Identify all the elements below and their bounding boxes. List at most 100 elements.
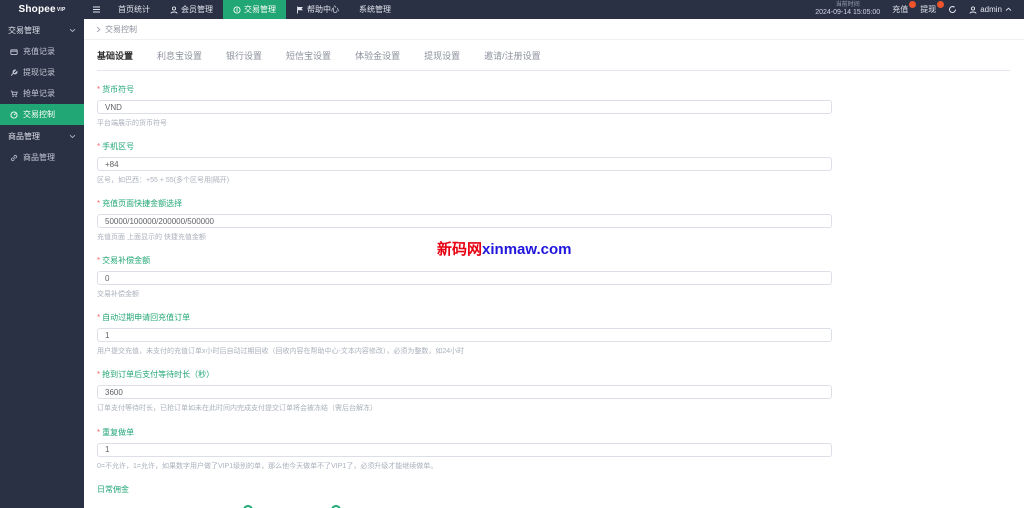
tab-bank-settings[interactable]: 银行设置 xyxy=(226,49,262,62)
sidebar-item-trade-control[interactable]: 交易控制 xyxy=(0,104,84,125)
settings-tabs: 基础设置 利息宝设置 银行设置 短信宝设置 体验金设置 提现设置 邀请/注册设置 xyxy=(97,49,1010,71)
topbar-right: 当前时间 2024-09-14 15:05:00 充值 提现 admin xyxy=(815,0,1024,19)
order-expire-input[interactable] xyxy=(97,328,832,343)
quick-amounts-input[interactable] xyxy=(97,214,832,229)
repeat-order-help: 0=不允许，1=允许，如果数字用户做了VIP1级别的单，那么他今天做单不了VIP… xyxy=(97,462,438,470)
sidebar-group-transactions[interactable]: 交易管理 xyxy=(0,19,84,41)
form-field-pay-wait-time: *抢到订单后支付等待时长（秒） 订单支付等待时长，已抢订单如未在此时间内完成支付… xyxy=(97,369,832,413)
withdraw-badge xyxy=(937,1,945,8)
form-field-order-expire: *自动过期申请回充值订单 用户提交充值，未支付的充值订单x小时后自动过期回收（回… xyxy=(97,312,832,356)
form-field-daily-commission: 日常佣金 日常佣金: 20% ~ 32% 系统自动给用户设置的金额佣金，计算公式… xyxy=(97,484,832,508)
field-label: * 重复做单 xyxy=(97,427,832,438)
user-menu[interactable]: admin xyxy=(969,5,1012,14)
order-expire-help: 用户提交充值，未支付的充值订单x小时后自动过期回收（回收内容在帮助中心-文本内容… xyxy=(97,348,465,356)
tab-trial-fund-settings[interactable]: 体验金设置 xyxy=(355,49,400,62)
flag-icon xyxy=(296,6,304,14)
order-grab-records-label: 抢单记录 xyxy=(23,89,55,98)
recharge-records-label: 充值记录 xyxy=(23,47,55,56)
username: admin xyxy=(980,5,1002,14)
top-menu-members[interactable]: 会员管理 xyxy=(160,0,223,19)
form-field-phone-area-code: *手机区号 区号，如巴西：+55 + 55(多个区号用|隔开) xyxy=(97,141,832,185)
sidebar-group2-label: 商品管理 xyxy=(8,131,40,141)
sidebar-item-withdraw-records[interactable]: 提现记录 xyxy=(0,62,84,83)
repeat-order-input[interactable] xyxy=(97,442,832,457)
tab-withdraw-settings[interactable]: 提现设置 xyxy=(424,49,460,62)
user-icon xyxy=(170,5,178,14)
withdraw-label: 提现 xyxy=(920,5,937,14)
top-menu: 首页统计 会员管理 交易管理 帮助中心 系统管理 xyxy=(108,0,401,19)
basic-settings-form: *货币符号 平台端展示的货币符号 *手机区号 区号，如巴西：+55 + 55(多… xyxy=(84,71,832,508)
field-label: * 手机区号 xyxy=(97,141,832,152)
repeat-order-label: 重复做单 xyxy=(102,427,135,437)
withdraw-notice-button[interactable]: 提现 xyxy=(920,1,945,15)
tab-interest-settings[interactable]: 利息宝设置 xyxy=(157,49,202,62)
main-content: 交易控制 基础设置 利息宝设置 银行设置 短信宝设置 体验金设置 提现设置 邀请… xyxy=(84,19,1024,508)
recharge-notice-button[interactable]: 充值 xyxy=(892,1,917,15)
time-label: 当前时间 xyxy=(835,1,860,8)
required-asterisk: * xyxy=(97,313,101,323)
slider-handle-max[interactable] xyxy=(330,504,341,508)
sidebar-item-recharge-records[interactable]: 充值记录 xyxy=(0,41,84,62)
wrench-icon xyxy=(10,69,18,77)
recharge-badge xyxy=(909,1,917,8)
top-menu-transactions[interactable]: 交易管理 xyxy=(223,0,286,19)
chevron-up-icon xyxy=(1005,7,1012,12)
hamburger-icon xyxy=(92,5,101,14)
refresh-button[interactable] xyxy=(948,5,957,14)
members-label: 会员管理 xyxy=(181,5,213,14)
field-label: * 充值页面快捷金额选择 xyxy=(97,198,832,209)
compensation-amount-input[interactable] xyxy=(97,271,832,286)
logo-text: Shopee xyxy=(18,4,56,15)
currency-symbol-help: 平台端展示的货币符号 xyxy=(97,120,167,127)
top-menu-home-stats[interactable]: 首页统计 xyxy=(108,0,160,19)
compensation-amount-label: 交易补偿金额 xyxy=(102,256,151,266)
phone-area-code-label: 手机区号 xyxy=(102,142,135,152)
transactions-label: 交易管理 xyxy=(244,5,276,14)
top-menu-system[interactable]: 系统管理 xyxy=(349,0,401,19)
form-field-repeat-order: *重复做单 0=不允许，1=允许，如果数字用户做了VIP1级别的单，那么他今天做… xyxy=(97,427,832,471)
slider-handle-min[interactable] xyxy=(242,504,253,508)
tab-sms-settings[interactable]: 短信宝设置 xyxy=(286,49,331,62)
field-label: 日常佣金 xyxy=(97,484,832,495)
sidebar-item-order-grab-records[interactable]: 抢单记录 xyxy=(0,83,84,104)
currency-symbol-label: 货币符号 xyxy=(102,85,135,94)
quick-amounts-label: 充值页面快捷金额选择 xyxy=(102,199,183,209)
breadcrumb: 交易控制 xyxy=(84,19,1024,40)
field-label: * 自动过期申请回充值订单 xyxy=(97,312,832,323)
form-field-compensation-amount: *交易补偿金额 交易补偿金额 xyxy=(97,255,832,299)
sidebar-group-products[interactable]: 商品管理 xyxy=(0,125,84,147)
commission-range-slider[interactable] xyxy=(97,504,832,508)
tab-invite-register-settings[interactable]: 邀请/注册设置 xyxy=(484,49,541,62)
top-menu-help-center[interactable]: 帮助中心 xyxy=(286,0,349,19)
current-time: 当前时间 2024-09-14 15:05:00 xyxy=(815,2,880,18)
refresh-icon xyxy=(948,5,957,14)
field-label: * 货币符号 xyxy=(97,84,832,95)
logo-sup: VIP xyxy=(56,6,66,13)
tab-basic-settings[interactable]: 基础设置 xyxy=(97,49,133,62)
field-label: * 交易补偿金额 xyxy=(97,255,832,266)
sidebar-item-product-management[interactable]: 商品管理 xyxy=(0,147,84,168)
required-asterisk: * xyxy=(97,199,101,209)
breadcrumb-label: 交易控制 xyxy=(105,24,137,34)
pay-wait-time-label: 抢到订单后支付等待时长（秒） xyxy=(102,370,215,380)
trade-control-label: 交易控制 xyxy=(23,110,55,119)
admin-avatar-icon xyxy=(969,5,977,14)
product-management-label: 商品管理 xyxy=(23,153,55,162)
chevron-down-icon xyxy=(69,134,76,139)
gauge-icon xyxy=(10,110,18,119)
coin-icon xyxy=(233,5,241,14)
required-asterisk: * xyxy=(97,427,101,437)
logo: Shopee VIP xyxy=(0,0,84,19)
card-icon xyxy=(10,48,18,56)
sidebar: 交易管理 充值记录 提现记录 抢单记录 交易控制 商品管理 商品管理 xyxy=(0,19,84,508)
pay-wait-time-input[interactable] xyxy=(97,385,832,400)
phone-area-code-input[interactable] xyxy=(97,157,832,172)
sidebar-collapse-button[interactable] xyxy=(84,0,108,19)
topbar: Shopee VIP 首页统计 会员管理 交易管理 帮助中心 系统管理 当前时间… xyxy=(0,0,1024,19)
currency-symbol-input[interactable] xyxy=(97,100,832,114)
pay-wait-time-help: 订单支付等待时长，已抢订单如未在此时间内完成支付提交订单将会被冻结（需后台解冻） xyxy=(97,405,377,413)
field-label: * 抢到订单后支付等待时长（秒） xyxy=(97,369,832,380)
form-field-currency-symbol: *货币符号 平台端展示的货币符号 xyxy=(97,84,832,128)
withdraw-records-label: 提现记录 xyxy=(23,68,55,77)
help-center-label: 帮助中心 xyxy=(307,5,339,14)
